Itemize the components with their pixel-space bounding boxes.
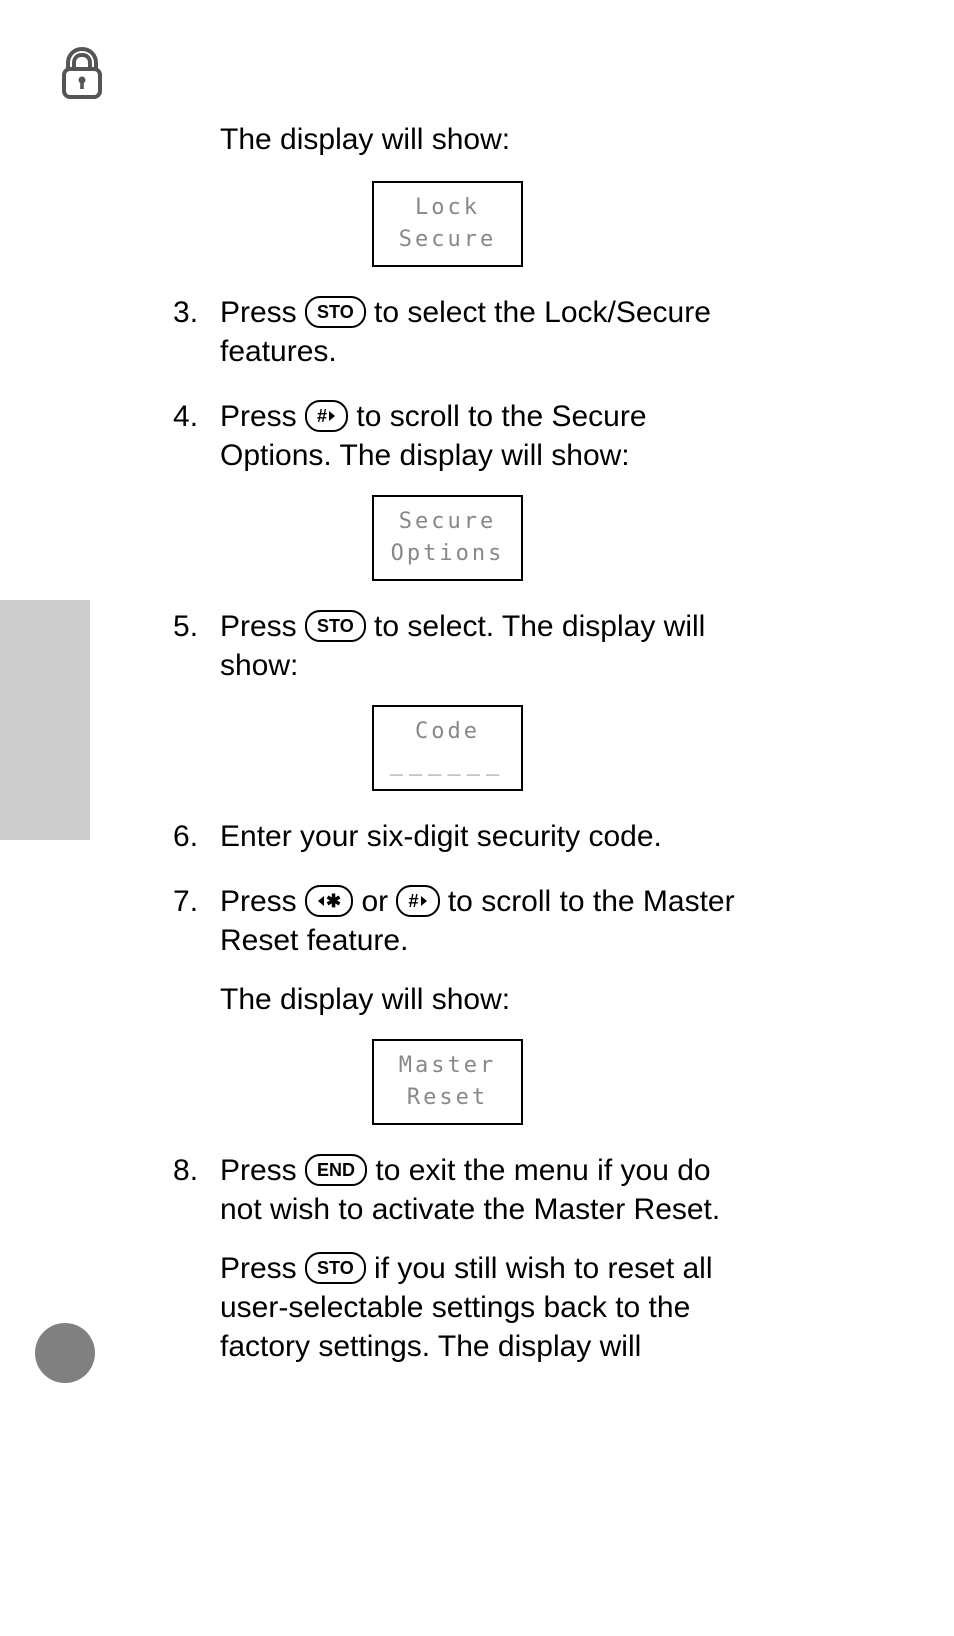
text-fragment: Press: [220, 610, 305, 643]
step-6-text: Enter your six-digit security code.: [220, 817, 760, 856]
star-key-icon: ✱: [305, 885, 353, 917]
text-fragment: or: [353, 885, 396, 918]
intro-text: The display will show:: [220, 120, 760, 159]
display-line: Secure: [374, 506, 521, 538]
steps-list: Press STO to select the Lock/Secure feat…: [220, 293, 760, 1366]
end-key-icon: END: [305, 1154, 367, 1186]
text-fragment: Press: [220, 296, 305, 329]
display-secure-options: Secure Options: [372, 495, 523, 581]
step-5-text: Press STO to select. The display will sh…: [220, 607, 760, 685]
display-lock-secure: Lock Secure: [372, 181, 523, 267]
display-line: ______: [374, 748, 521, 780]
step-4-text: Press # to scroll to the Secure Options.…: [220, 397, 760, 475]
display-line: Lock: [374, 192, 521, 224]
text-fragment: Press: [220, 1252, 305, 1285]
step-8-text-1: Press END to exit the menu if you do not…: [220, 1151, 760, 1229]
text-fragment: Press: [220, 400, 305, 433]
text-fragment: Press: [220, 1154, 305, 1187]
step-8: Press END to exit the menu if you do not…: [175, 1151, 760, 1366]
step-4: Press # to scroll to the Secure Options.…: [175, 397, 760, 581]
step-7-text-1: Press ✱ or # to scroll to the Master Res…: [220, 882, 760, 960]
step-7-text-2: The display will show:: [220, 980, 760, 1019]
display-line: Code: [374, 716, 521, 748]
display-code: Code ______: [372, 705, 523, 791]
hash-char: #: [408, 892, 418, 910]
display-line: Master: [374, 1050, 521, 1082]
display-line: Secure: [374, 224, 521, 256]
text-fragment: Press: [220, 885, 305, 918]
hash-key-icon: #: [305, 400, 348, 432]
step-3: Press STO to select the Lock/Secure feat…: [175, 293, 760, 371]
display-line: Options: [374, 538, 521, 570]
sto-key-icon: STO: [305, 1252, 366, 1284]
page-marker: [35, 1323, 95, 1383]
step-5: Press STO to select. The display will sh…: [175, 607, 760, 791]
star-char: ✱: [326, 892, 341, 910]
display-master-reset: Master Reset: [372, 1039, 523, 1125]
content-area: The display will show: Lock Secure Press…: [220, 120, 760, 1392]
step-8-text-2: Press STO if you still wish to reset all…: [220, 1249, 760, 1366]
display-line: Reset: [374, 1082, 521, 1114]
hash-char: #: [317, 407, 327, 425]
side-tab: [0, 600, 90, 840]
lock-icon: [60, 47, 104, 99]
step-6: Enter your six-digit security code.: [175, 817, 760, 856]
step-3-text: Press STO to select the Lock/Secure feat…: [220, 293, 760, 371]
sto-key-icon: STO: [305, 610, 366, 642]
hash-key-icon: #: [396, 885, 439, 917]
step-7: Press ✱ or # to scroll to the Master Res…: [175, 882, 760, 1125]
sto-key-icon: STO: [305, 296, 366, 328]
